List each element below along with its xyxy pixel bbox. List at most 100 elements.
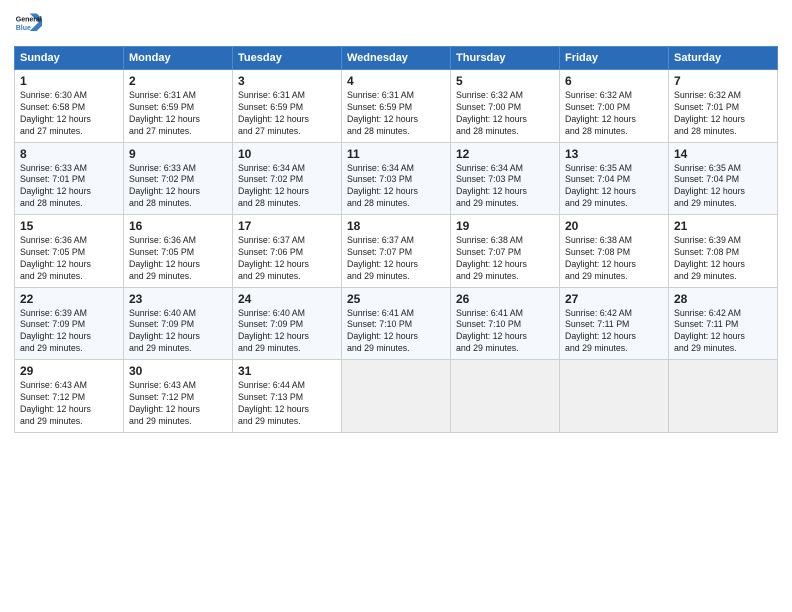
day-number: 24: [238, 292, 336, 306]
calendar-week-row: 29 Sunrise: 6:43 AM Sunset: 7:12 PM Dayli…: [15, 360, 778, 433]
day-number: 30: [129, 364, 227, 378]
day-number: 9: [129, 147, 227, 161]
calendar-cell: 14 Sunrise: 6:35 AM Sunset: 7:04 PM Dayli…: [669, 142, 778, 215]
day-number: 31: [238, 364, 336, 378]
day-number: 15: [20, 219, 118, 233]
day-info: Sunrise: 6:36 AM Sunset: 7:05 PM Dayligh…: [20, 235, 118, 283]
day-info: Sunrise: 6:41 AM Sunset: 7:10 PM Dayligh…: [456, 308, 554, 356]
day-number: 1: [20, 74, 118, 88]
day-number: 13: [565, 147, 663, 161]
day-info: Sunrise: 6:40 AM Sunset: 7:09 PM Dayligh…: [129, 308, 227, 356]
day-info: Sunrise: 6:43 AM Sunset: 7:12 PM Dayligh…: [20, 380, 118, 428]
calendar-cell: 4 Sunrise: 6:31 AM Sunset: 6:59 PM Daylig…: [342, 70, 451, 143]
calendar-cell: 2 Sunrise: 6:31 AM Sunset: 6:59 PM Daylig…: [124, 70, 233, 143]
calendar-week-row: 8 Sunrise: 6:33 AM Sunset: 7:01 PM Daylig…: [15, 142, 778, 215]
calendar-cell: 21Sunrise: 6:39 AM Sunset: 7:08 PM Dayli…: [669, 215, 778, 288]
calendar-cell: 12Sunrise: 6:34 AM Sunset: 7:03 PM Dayli…: [451, 142, 560, 215]
calendar-cell: 22 Sunrise: 6:39 AM Sunset: 7:09 PM Dayli…: [15, 287, 124, 360]
calendar-cell: 11 Sunrise: 6:34 AM Sunset: 7:03 PM Dayli…: [342, 142, 451, 215]
calendar-cell: 15 Sunrise: 6:36 AM Sunset: 7:05 PM Dayli…: [15, 215, 124, 288]
calendar-cell: 18 Sunrise: 6:37 AM Sunset: 7:07 PM Dayli…: [342, 215, 451, 288]
calendar-cell: 10 Sunrise: 6:34 AM Sunset: 7:02 PM Dayli…: [233, 142, 342, 215]
day-number: 4: [347, 74, 445, 88]
calendar-cell: 3Sunrise: 6:31 AM Sunset: 6:59 PM Daylig…: [233, 70, 342, 143]
day-number: 16: [129, 219, 227, 233]
day-info: Sunrise: 6:32 AM Sunset: 7:00 PM Dayligh…: [565, 90, 663, 138]
day-info: Sunrise: 6:32 AM Sunset: 7:01 PM Dayligh…: [674, 90, 772, 138]
calendar-cell: 17 Sunrise: 6:37 AM Sunset: 7:06 PM Dayli…: [233, 215, 342, 288]
calendar-table: SundayMondayTuesdayWednesdayThursdayFrid…: [14, 46, 778, 433]
calendar-week-row: 22 Sunrise: 6:39 AM Sunset: 7:09 PM Dayli…: [15, 287, 778, 360]
day-number: 7: [674, 74, 772, 88]
calendar-cell: [560, 360, 669, 433]
calendar-cell: 6 Sunrise: 6:32 AM Sunset: 7:00 PM Daylig…: [560, 70, 669, 143]
day-info: Sunrise: 6:40 AM Sunset: 7:09 PM Dayligh…: [238, 308, 336, 356]
page-container: General Blue SundayMondayTuesdayWednesda…: [0, 0, 792, 443]
day-info: Sunrise: 6:36 AM Sunset: 7:05 PM Dayligh…: [129, 235, 227, 283]
day-number: 22: [20, 292, 118, 306]
calendar-header-row: SundayMondayTuesdayWednesdayThursdayFrid…: [15, 47, 778, 70]
day-info: Sunrise: 6:34 AM Sunset: 7:02 PM Dayligh…: [238, 163, 336, 211]
day-info: Sunrise: 6:42 AM Sunset: 7:11 PM Dayligh…: [674, 308, 772, 356]
calendar-body: 1 Sunrise: 6:30 AM Sunset: 6:58 PM Daylig…: [15, 70, 778, 433]
day-number: 10: [238, 147, 336, 161]
day-number: 23: [129, 292, 227, 306]
calendar-cell: 26Sunrise: 6:41 AM Sunset: 7:10 PM Dayli…: [451, 287, 560, 360]
day-info: Sunrise: 6:39 AM Sunset: 7:08 PM Dayligh…: [674, 235, 772, 283]
calendar-cell: 13 Sunrise: 6:35 AM Sunset: 7:04 PM Dayli…: [560, 142, 669, 215]
day-number: 3: [238, 74, 336, 88]
calendar-cell: 5 Sunrise: 6:32 AM Sunset: 7:00 PM Daylig…: [451, 70, 560, 143]
day-number: 6: [565, 74, 663, 88]
day-number: 11: [347, 147, 445, 161]
day-info: Sunrise: 6:32 AM Sunset: 7:00 PM Dayligh…: [456, 90, 554, 138]
weekday-header: Wednesday: [342, 47, 451, 70]
day-info: Sunrise: 6:41 AM Sunset: 7:10 PM Dayligh…: [347, 308, 445, 356]
weekday-header: Sunday: [15, 47, 124, 70]
day-info: Sunrise: 6:38 AM Sunset: 7:08 PM Dayligh…: [565, 235, 663, 283]
day-number: 29: [20, 364, 118, 378]
calendar-cell: 30 Sunrise: 6:43 AM Sunset: 7:12 PM Dayli…: [124, 360, 233, 433]
calendar-cell: 19Sunrise: 6:38 AM Sunset: 7:07 PM Dayli…: [451, 215, 560, 288]
calendar-cell: 25 Sunrise: 6:41 AM Sunset: 7:10 PM Dayli…: [342, 287, 451, 360]
day-info: Sunrise: 6:38 AM Sunset: 7:07 PM Dayligh…: [456, 235, 554, 283]
page-header: General Blue: [14, 10, 778, 38]
calendar-cell: 29 Sunrise: 6:43 AM Sunset: 7:12 PM Dayli…: [15, 360, 124, 433]
day-info: Sunrise: 6:37 AM Sunset: 7:07 PM Dayligh…: [347, 235, 445, 283]
day-info: Sunrise: 6:43 AM Sunset: 7:12 PM Dayligh…: [129, 380, 227, 428]
day-info: Sunrise: 6:31 AM Sunset: 6:59 PM Dayligh…: [129, 90, 227, 138]
calendar-cell: 27Sunrise: 6:42 AM Sunset: 7:11 PM Dayli…: [560, 287, 669, 360]
day-info: Sunrise: 6:34 AM Sunset: 7:03 PM Dayligh…: [347, 163, 445, 211]
svg-text:Blue: Blue: [16, 25, 31, 32]
day-info: Sunrise: 6:33 AM Sunset: 7:01 PM Dayligh…: [20, 163, 118, 211]
calendar-cell: 7 Sunrise: 6:32 AM Sunset: 7:01 PM Daylig…: [669, 70, 778, 143]
calendar-week-row: 15 Sunrise: 6:36 AM Sunset: 7:05 PM Dayli…: [15, 215, 778, 288]
calendar-cell: 1 Sunrise: 6:30 AM Sunset: 6:58 PM Daylig…: [15, 70, 124, 143]
weekday-header: Tuesday: [233, 47, 342, 70]
day-info: Sunrise: 6:37 AM Sunset: 7:06 PM Dayligh…: [238, 235, 336, 283]
calendar-cell: 31 Sunrise: 6:44 AM Sunset: 7:13 PM Dayli…: [233, 360, 342, 433]
day-info: Sunrise: 6:44 AM Sunset: 7:13 PM Dayligh…: [238, 380, 336, 428]
day-info: Sunrise: 6:35 AM Sunset: 7:04 PM Dayligh…: [674, 163, 772, 211]
day-number: 12: [456, 147, 554, 161]
day-number: 14: [674, 147, 772, 161]
weekday-header: Thursday: [451, 47, 560, 70]
day-number: 18: [347, 219, 445, 233]
calendar-cell: [669, 360, 778, 433]
day-number: 8: [20, 147, 118, 161]
day-number: 2: [129, 74, 227, 88]
calendar-cell: 8 Sunrise: 6:33 AM Sunset: 7:01 PM Daylig…: [15, 142, 124, 215]
day-info: Sunrise: 6:30 AM Sunset: 6:58 PM Dayligh…: [20, 90, 118, 138]
day-info: Sunrise: 6:33 AM Sunset: 7:02 PM Dayligh…: [129, 163, 227, 211]
day-number: 25: [347, 292, 445, 306]
day-info: Sunrise: 6:35 AM Sunset: 7:04 PM Dayligh…: [565, 163, 663, 211]
day-info: Sunrise: 6:39 AM Sunset: 7:09 PM Dayligh…: [20, 308, 118, 356]
calendar-week-row: 1 Sunrise: 6:30 AM Sunset: 6:58 PM Daylig…: [15, 70, 778, 143]
day-number: 5: [456, 74, 554, 88]
calendar-cell: [342, 360, 451, 433]
day-number: 27: [565, 292, 663, 306]
calendar-cell: 9 Sunrise: 6:33 AM Sunset: 7:02 PM Daylig…: [124, 142, 233, 215]
weekday-header: Monday: [124, 47, 233, 70]
svg-text:General: General: [16, 16, 42, 23]
day-number: 17: [238, 219, 336, 233]
day-info: Sunrise: 6:31 AM Sunset: 6:59 PM Dayligh…: [347, 90, 445, 138]
